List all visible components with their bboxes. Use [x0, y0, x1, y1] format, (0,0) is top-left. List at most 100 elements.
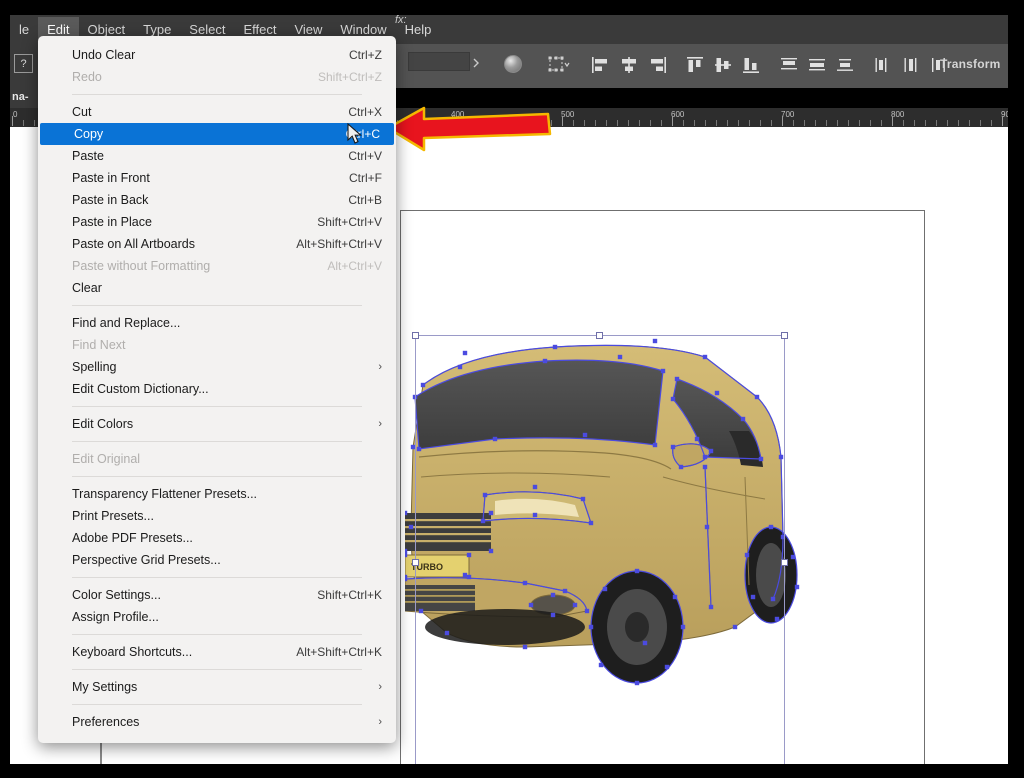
ruler-tick: [947, 120, 948, 126]
chevron-right-icon: ›: [378, 361, 382, 373]
align-horizontal-center-icon[interactable]: [615, 52, 643, 78]
ruler-tick: [958, 120, 959, 126]
distribute-bottom-icon[interactable]: [831, 52, 859, 78]
menu-item-cut[interactable]: Cut Ctrl+X: [38, 101, 396, 123]
ruler-tick: [650, 120, 651, 126]
chevron-right-icon[interactable]: [470, 56, 482, 68]
menu-file[interactable]: le: [10, 17, 38, 42]
ruler-tick: [683, 120, 684, 126]
ruler-tick: [870, 120, 871, 126]
menu-item-my-settings[interactable]: My Settings ›: [38, 676, 396, 698]
ruler-tick: [925, 120, 926, 126]
align-top-icon[interactable]: [681, 52, 709, 78]
distribute-left-icon[interactable]: [869, 52, 897, 78]
opacity-icon[interactable]: [504, 55, 522, 73]
menu-item-edit-custom-dictionary[interactable]: Edit Custom Dictionary...: [38, 378, 396, 400]
ruler-tick: [1002, 116, 1003, 126]
menu-item-preferences[interactable]: Preferences ›: [38, 711, 396, 733]
ruler-tick: [672, 116, 673, 126]
ruler-label: 600: [671, 110, 685, 119]
menu-item-perspective-grid-presets[interactable]: Perspective Grid Presets...: [38, 549, 396, 571]
red-arrow-annotation: [386, 106, 552, 152]
menu-item-color-settings[interactable]: Color Settings... Shift+Ctrl+K: [38, 584, 396, 606]
selection-handle-tl[interactable]: [412, 332, 419, 339]
ruler-tick: [804, 120, 805, 126]
menu-item-paste[interactable]: Paste Ctrl+V: [38, 145, 396, 167]
menu-item-shortcut: Ctrl+Z: [349, 48, 382, 62]
ruler-label: 700: [781, 110, 795, 119]
menu-separator: [72, 305, 362, 306]
ruler-tick: [34, 120, 35, 126]
menu-item-shortcut: Alt+Shift+Ctrl+V: [296, 237, 382, 251]
chevron-right-icon: ›: [378, 716, 382, 728]
menu-item-edit-colors[interactable]: Edit Colors ›: [38, 413, 396, 435]
chevron-right-icon: ›: [378, 681, 382, 693]
menu-item-paste-on-all-artboards[interactable]: Paste on All Artboards Alt+Shift+Ctrl+V: [38, 233, 396, 255]
help-button[interactable]: ?: [14, 54, 33, 73]
edit-dropdown-menu[interactable]: Undo Clear Ctrl+Z Redo Shift+Ctrl+Z Cut Ctrl+…: [38, 36, 396, 743]
selection-handle-mr[interactable]: [781, 559, 788, 566]
ruler-tick: [859, 120, 860, 126]
menu-item-paste-in-back[interactable]: Paste in Back Ctrl+B: [38, 189, 396, 211]
ruler-tick: [705, 120, 706, 126]
ruler-tick: [826, 120, 827, 126]
menu-item-paste-in-place[interactable]: Paste in Place Shift+Ctrl+V: [38, 211, 396, 233]
menu-item-undo-clear[interactable]: Undo Clear Ctrl+Z: [38, 44, 396, 66]
selection-handle-ml[interactable]: [412, 559, 419, 566]
menu-item-clear[interactable]: Clear: [38, 277, 396, 299]
transform-panel-label[interactable]: Transform: [940, 57, 1000, 71]
style-field[interactable]: [408, 52, 470, 71]
menu-item-label: Find Next: [72, 338, 126, 352]
ruler-tick: [606, 120, 607, 126]
menu-item-assign-profile[interactable]: Assign Profile...: [38, 606, 396, 628]
menu-item-label: Paste without Formatting: [72, 259, 211, 273]
menu-item-label: Paste in Front: [72, 171, 150, 185]
ruler-tick: [584, 120, 585, 126]
ruler-tick: [903, 120, 904, 126]
distribute-top-icon[interactable]: [775, 52, 803, 78]
menu-item-paste-in-front[interactable]: Paste in Front Ctrl+F: [38, 167, 396, 189]
menu-item-label: Redo: [72, 70, 102, 84]
selection-handle-tm[interactable]: [596, 332, 603, 339]
menu-item-shortcut: Ctrl+X: [348, 105, 382, 119]
menu-item-label: Undo Clear: [72, 48, 136, 62]
ruler-tick: [23, 120, 24, 126]
ruler-tick: [573, 120, 574, 126]
selection-handle-tr[interactable]: [781, 332, 788, 339]
menu-item-transparency-flattener-presets[interactable]: Transparency Flattener Presets...: [38, 483, 396, 505]
menu-item-redo: Redo Shift+Ctrl+Z: [38, 66, 396, 88]
ruler-tick: [562, 116, 563, 126]
menu-separator: [72, 441, 362, 442]
menu-separator: [72, 704, 362, 705]
menu-item-find-and-replace[interactable]: Find and Replace...: [38, 312, 396, 334]
distribute-vertical-center-icon[interactable]: [803, 52, 831, 78]
menu-item-label: Edit Original: [72, 452, 141, 466]
align-bottom-icon[interactable]: [737, 52, 765, 78]
menu-item-copy[interactable]: Copy Ctrl+C: [40, 123, 394, 145]
menu-item-label: Color Settings...: [72, 588, 161, 602]
menu-item-adobe-pdf-presets[interactable]: Adobe PDF Presets...: [38, 527, 396, 549]
ruler-tick: [749, 120, 750, 126]
window-top-border: [0, 0, 1024, 15]
align-left-icon[interactable]: [587, 52, 615, 78]
menu-item-label: Copy: [74, 127, 104, 141]
align-right-icon[interactable]: [643, 52, 671, 78]
mouse-cursor: [347, 123, 362, 144]
ruler-tick: [914, 120, 915, 126]
ruler-tick: [815, 120, 816, 126]
menu-item-shortcut: Ctrl+V: [348, 149, 382, 163]
menu-item-keyboard-shortcuts[interactable]: Keyboard Shortcuts... Alt+Shift+Ctrl+K: [38, 641, 396, 663]
menu-item-print-presets[interactable]: Print Presets...: [38, 505, 396, 527]
distribute-horizontal-center-icon[interactable]: [897, 52, 925, 78]
menu-item-shortcut: Shift+Ctrl+Z: [317, 70, 382, 84]
align-vertical-center-icon[interactable]: [709, 52, 737, 78]
align-toolbar: [545, 52, 953, 78]
ruler-tick: [793, 120, 794, 126]
transform-box-icon[interactable]: [545, 52, 573, 78]
ruler-label: 500: [561, 110, 575, 119]
ruler-tick: [892, 116, 893, 126]
menu-separator: [72, 669, 362, 670]
menu-item-label: Spelling: [72, 360, 117, 374]
menu-item-shortcut: Shift+Ctrl+V: [317, 215, 382, 229]
menu-item-spelling[interactable]: Spelling ›: [38, 356, 396, 378]
